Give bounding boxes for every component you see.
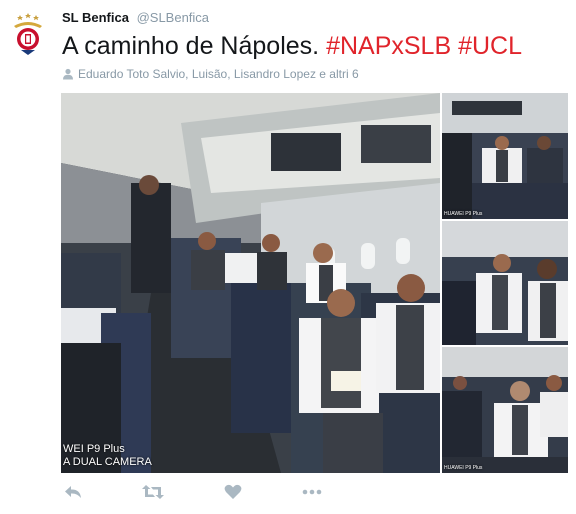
tagged-people-text: Eduardo Toto Salvio, Luisão, Lisandro Lo… bbox=[78, 67, 359, 81]
media-photo-thumb-1[interactable]: HUAWEI P9 Plus bbox=[442, 93, 568, 219]
tweet-text-plain: A caminho de Nápoles. bbox=[62, 32, 327, 60]
more-icon bbox=[302, 489, 322, 495]
reply-icon bbox=[65, 486, 81, 498]
photo-watermark-line1: WEI P9 Plus bbox=[63, 443, 125, 455]
reply-button[interactable] bbox=[64, 484, 86, 502]
more-button[interactable] bbox=[302, 484, 324, 502]
media-photo-thumb-2[interactable] bbox=[442, 221, 568, 345]
media-grid: WEI P9 Plus A DUAL CAMERA HUAWEI P9 Plus bbox=[61, 93, 568, 473]
person-icon bbox=[63, 68, 73, 80]
tweet-header: SL Benfica @SLBenfica bbox=[62, 10, 209, 26]
hashtag-napxslb[interactable]: #NAPxSLB bbox=[326, 32, 451, 60]
tweet-text: A caminho de Nápoles. #NAPxSLB #UCL bbox=[62, 30, 522, 62]
thumb-watermark-1: HUAWEI P9 Plus bbox=[444, 211, 483, 217]
tagged-people[interactable]: Eduardo Toto Salvio, Luisão, Lisandro Lo… bbox=[62, 66, 359, 82]
retweet-button[interactable] bbox=[142, 484, 166, 502]
media-photo-main[interactable]: WEI P9 Plus A DUAL CAMERA bbox=[61, 93, 440, 473]
author-handle[interactable]: @SLBenfica bbox=[137, 10, 209, 25]
thumb-watermark-3: HUAWEI P9 Plus bbox=[444, 465, 483, 471]
hashtag-ucl[interactable]: #UCL bbox=[458, 32, 522, 60]
tweet-card: SL Benfica @SLBenfica A caminho de Nápol… bbox=[0, 0, 576, 514]
retweet-icon bbox=[142, 485, 164, 499]
photo-watermark-line2: A DUAL CAMERA bbox=[63, 456, 152, 468]
photo-watermark: WEI P9 Plus A DUAL CAMERA bbox=[63, 443, 152, 469]
author-name[interactable]: SL Benfica bbox=[62, 10, 129, 25]
media-photo-thumb-3[interactable]: HUAWEI P9 Plus bbox=[442, 347, 568, 473]
benfica-crest-icon[interactable] bbox=[10, 12, 46, 56]
like-button[interactable] bbox=[224, 484, 246, 502]
heart-icon bbox=[224, 484, 242, 499]
